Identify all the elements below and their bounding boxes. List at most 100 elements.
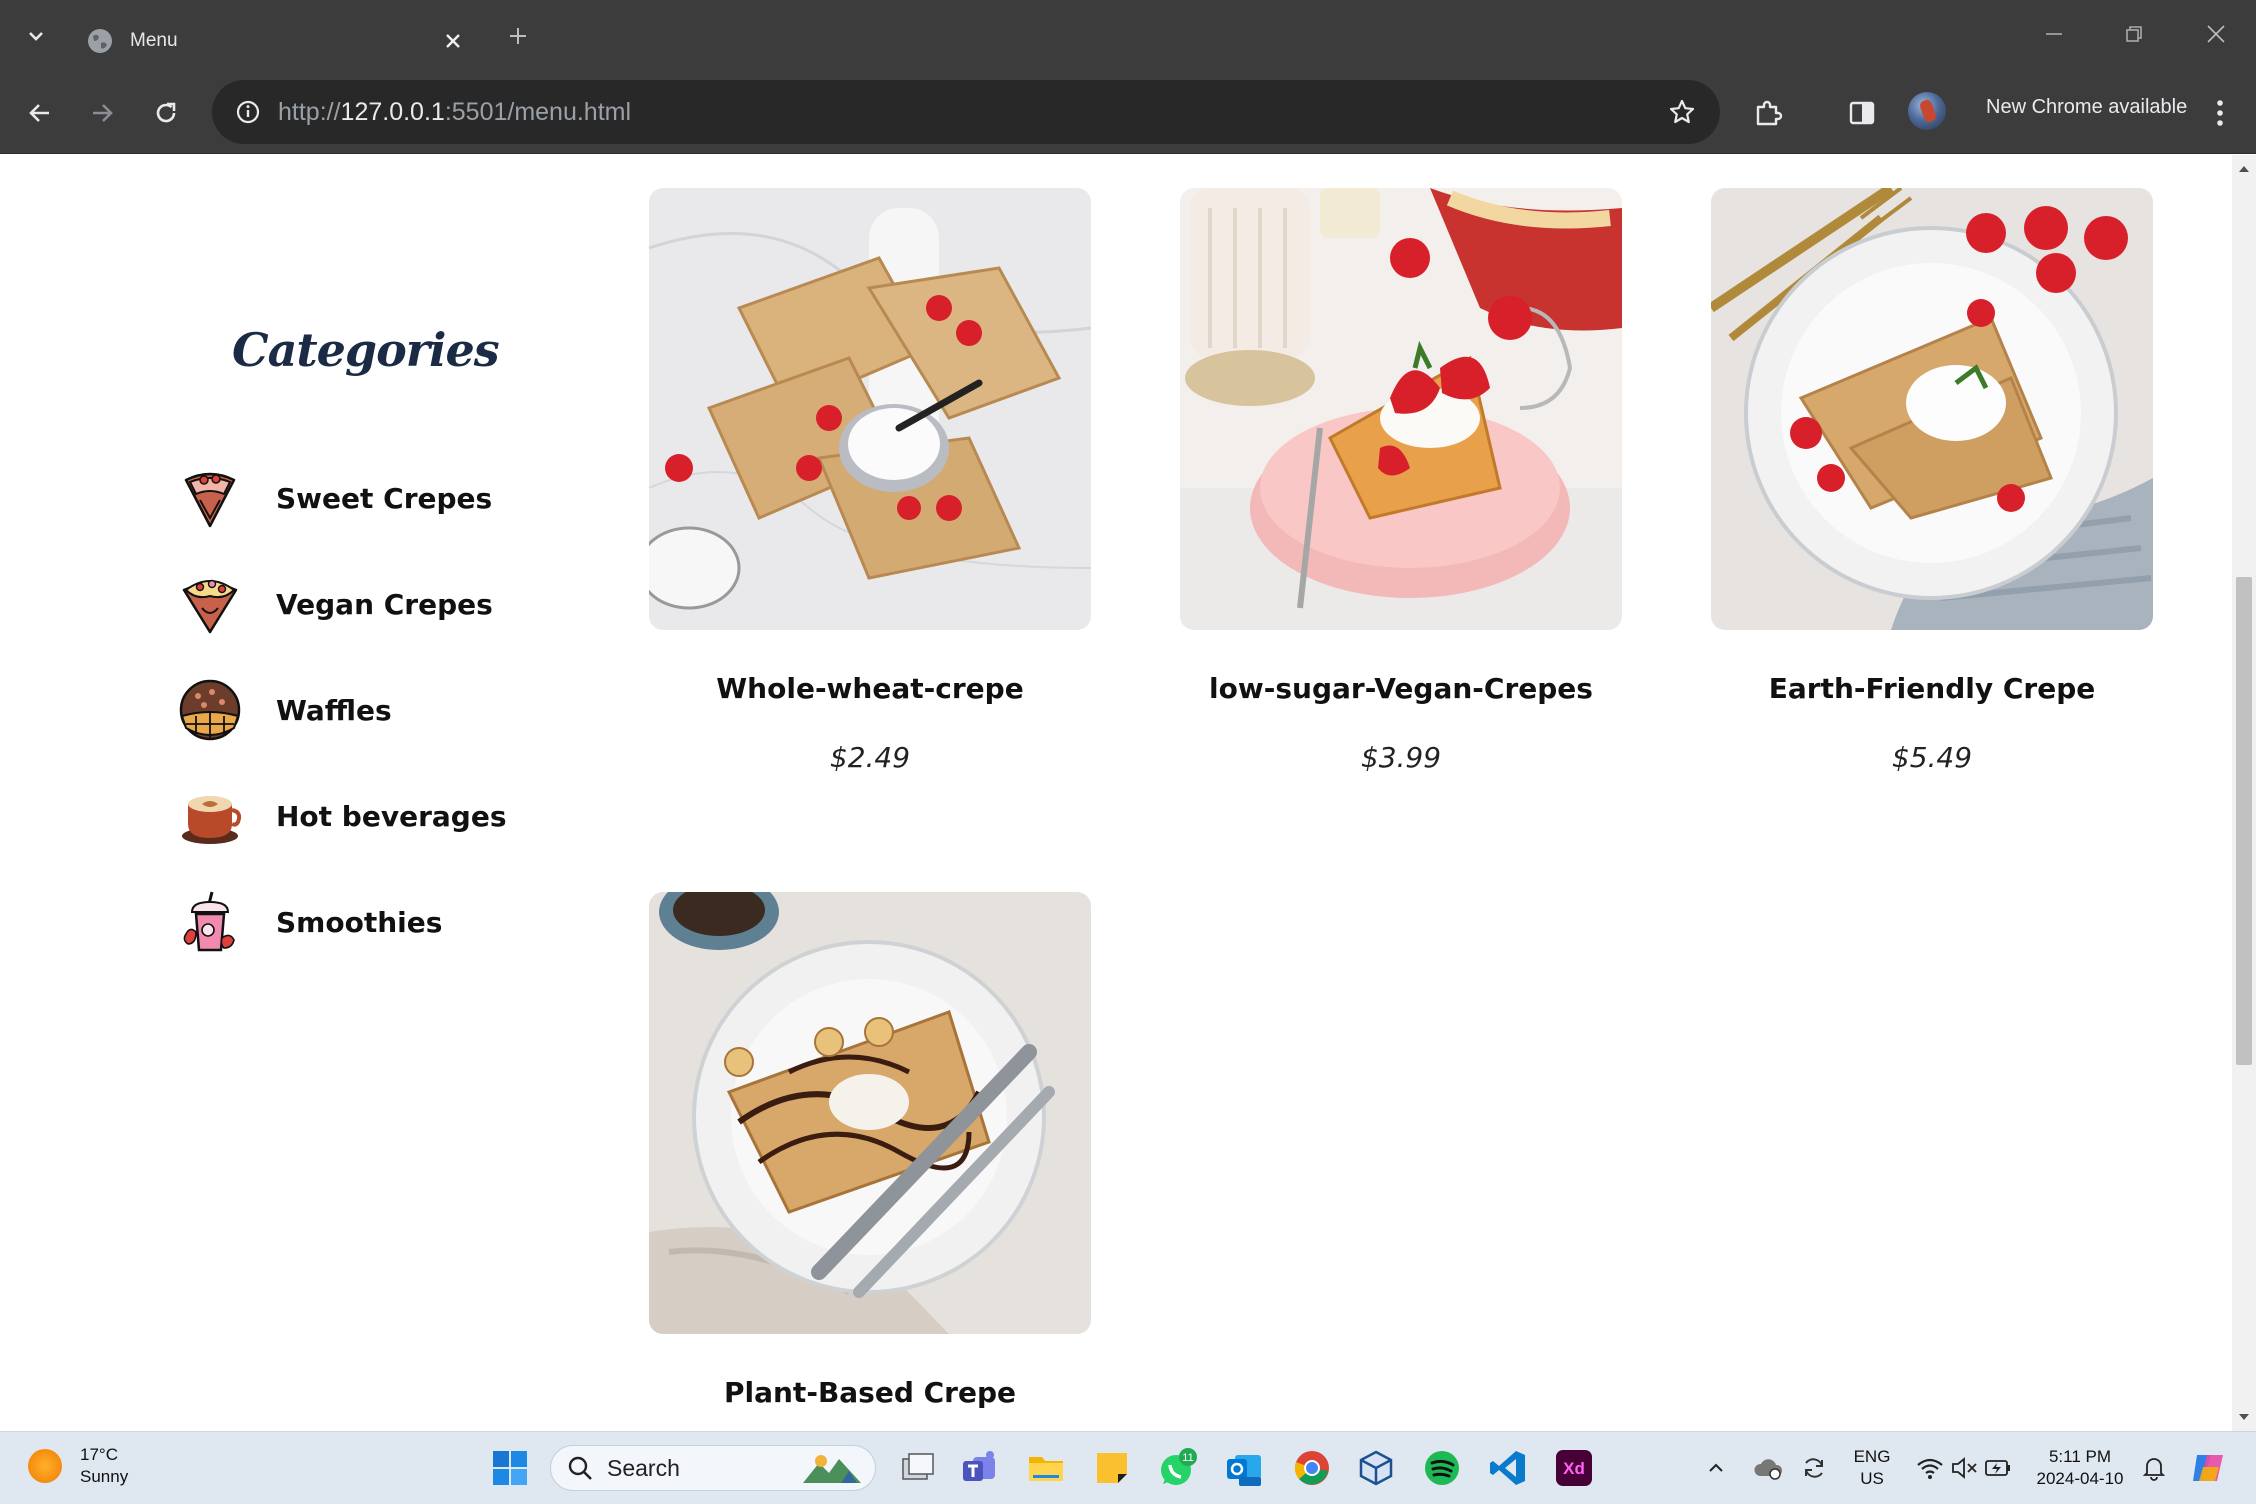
onedrive-button[interactable] <box>1746 1446 1790 1490</box>
tab-close-button[interactable] <box>436 24 470 58</box>
task-view-button[interactable] <box>896 1446 940 1490</box>
new-tab-button[interactable] <box>498 16 538 56</box>
copilot-button[interactable] <box>2186 1446 2230 1490</box>
adobe-xd-button[interactable]: Xd <box>1552 1446 1596 1490</box>
search-label: Search <box>607 1454 680 1481</box>
wifi-icon <box>1917 1458 1943 1479</box>
category-hot-beverages[interactable]: Hot beverages <box>178 781 506 851</box>
back-button[interactable] <box>16 89 64 137</box>
restore-icon <box>2126 26 2142 42</box>
spotify-button[interactable] <box>1420 1446 1464 1490</box>
forward-button[interactable] <box>78 89 126 137</box>
crepes-photo <box>1180 188 1622 630</box>
notifications-button[interactable] <box>2132 1446 2176 1490</box>
scroll-up-arrow-icon[interactable] <box>2238 163 2250 175</box>
side-panel-icon <box>1849 101 1875 125</box>
minimize-button[interactable] <box>2026 12 2082 56</box>
taskbar-search[interactable]: Search <box>550 1445 876 1491</box>
star-icon <box>1669 99 1695 124</box>
reload-icon <box>156 102 176 123</box>
sticky-notes-button[interactable] <box>1090 1446 1134 1490</box>
scroll-down-arrow-icon[interactable] <box>2238 1411 2250 1423</box>
vegan-crepe-icon <box>182 579 238 634</box>
product-price: $2.49 <box>829 741 911 774</box>
task-view-icon <box>902 1453 934 1480</box>
extensions-button[interactable] <box>1744 89 1792 137</box>
category-sweet-crepes[interactable]: Sweet Crepes <box>178 463 492 533</box>
product-card-whole-wheat-crepe[interactable]: Whole-wheat-crepe $2.49 <box>649 188 1091 774</box>
product-image[interactable] <box>1711 188 2153 630</box>
adobe-xd-icon: Xd <box>1556 1450 1592 1486</box>
outlook-button[interactable] <box>1222 1446 1266 1490</box>
file-explorer-button[interactable] <box>1024 1446 1068 1490</box>
product-image[interactable] <box>649 892 1091 1334</box>
globe-icon <box>88 29 112 53</box>
sweet-crepe-icon <box>184 472 236 528</box>
cube-icon <box>1359 1450 1393 1486</box>
page-scrollbar[interactable] <box>2232 155 2256 1431</box>
url-host: 127.0.0.1 <box>340 97 445 126</box>
show-hidden-icons-button[interactable] <box>1694 1446 1738 1490</box>
product-card-earth-friendly-crepe[interactable]: Earth-Friendly Crepe $5.49 <box>1711 188 2153 774</box>
category-waffles[interactable]: Waffles <box>178 675 392 745</box>
category-label: Waffles <box>276 693 392 727</box>
browser-toolbar: http://127.0.0.1:5501/menu.html New Chro… <box>0 72 2256 154</box>
clock-time: 5:11 PM <box>2048 1447 2112 1466</box>
tab-title: Menu <box>130 30 178 51</box>
reload-button[interactable] <box>142 89 190 137</box>
product-price: $3.99 <box>1360 741 1442 774</box>
virtualbox-button[interactable] <box>1354 1446 1398 1490</box>
chevron-up-icon <box>1709 1463 1723 1472</box>
product-image[interactable] <box>649 188 1091 630</box>
whatsapp-button[interactable]: 11 <box>1156 1446 1200 1490</box>
start-button[interactable] <box>488 1446 532 1490</box>
product-name: Whole-wheat-crepe <box>716 672 1024 705</box>
weather-widget[interactable]: 17°C Sunny <box>28 1444 128 1488</box>
teams-icon <box>963 1451 995 1481</box>
language-indicator[interactable]: ENG US <box>1850 1446 1894 1490</box>
scrollbar-thumb[interactable] <box>2236 577 2252 1065</box>
chrome-button[interactable] <box>1290 1446 1334 1490</box>
side-panel-button[interactable] <box>1838 89 1886 137</box>
profile-avatar[interactable] <box>1908 92 1946 130</box>
crepes-photo <box>649 892 1091 1334</box>
url-scheme: http:// <box>278 97 341 126</box>
address-bar[interactable]: http://127.0.0.1:5501/menu.html <box>212 80 1720 144</box>
close-icon <box>446 34 460 48</box>
vscode-button[interactable] <box>1486 1446 1530 1490</box>
category-smoothies[interactable]: Smoothies <box>178 887 442 957</box>
smoothie-icon <box>183 891 235 952</box>
restore-button[interactable] <box>2106 12 2162 56</box>
sync-button[interactable] <box>1792 1446 1836 1490</box>
spotify-icon <box>1425 1451 1459 1485</box>
site-info-button[interactable] <box>226 90 270 134</box>
update-chrome-button[interactable]: New Chrome available <box>1986 96 2187 119</box>
product-name: Earth-Friendly Crepe <box>1768 672 2096 705</box>
windows-logo-icon <box>493 1451 527 1485</box>
teams-button[interactable] <box>958 1446 1002 1490</box>
plus-icon <box>510 28 526 44</box>
product-image[interactable] <box>1180 188 1622 630</box>
svg-text:Xd: Xd <box>1563 1459 1585 1478</box>
chrome-icon <box>1294 1451 1329 1485</box>
browser-tab-menu[interactable]: Menu <box>68 10 480 72</box>
url-text[interactable]: http://127.0.0.1:5501/menu.html <box>278 98 1658 127</box>
sun-icon <box>28 1449 62 1483</box>
battery-button[interactable] <box>1976 1446 2020 1490</box>
weather-temperature: 17°C <box>80 1445 118 1464</box>
bookmark-button[interactable] <box>1658 88 1706 136</box>
product-card-plant-based-crepe[interactable]: Plant-Based Crepe <box>649 892 1091 1409</box>
info-icon <box>236 100 260 124</box>
search-icon <box>568 1456 592 1480</box>
category-vegan-crepes[interactable]: Vegan Crepes <box>178 569 493 639</box>
browser-menu-button[interactable] <box>2196 89 2244 137</box>
tab-search-dropdown[interactable] <box>16 16 56 56</box>
clock[interactable]: 5:11 PM 2024-04-10 <box>2030 1446 2130 1490</box>
page-viewport: Categories Sweet Crepes Vegan Crepes Waf… <box>0 155 2232 1431</box>
product-card-low-sugar-vegan-crepes[interactable]: low-sugar-Vegan-Crepes $3.99 <box>1180 188 1622 774</box>
close-window-button[interactable] <box>2188 12 2244 56</box>
cloud-icon <box>1754 1459 1783 1480</box>
category-label: Smoothies <box>276 905 443 939</box>
update-label: New Chrome available <box>1986 96 2188 118</box>
weather-description: Sunny <box>80 1467 129 1486</box>
